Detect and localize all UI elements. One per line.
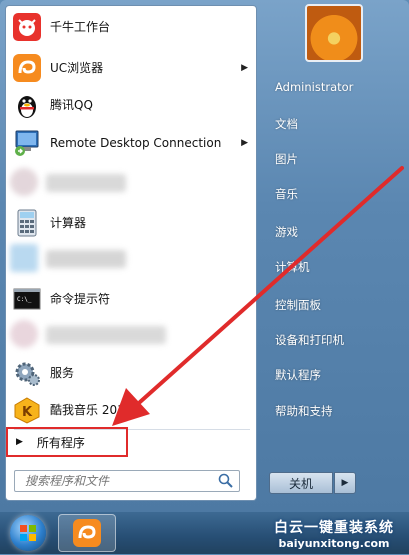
link-default-programs[interactable]: 默认程序 — [275, 367, 321, 383]
program-item-remote-desktop[interactable]: Remote Desktop Connection ▶ — [8, 124, 254, 161]
program-item-qianniu[interactable]: 千牛工作台 — [8, 8, 254, 45]
shutdown-button[interactable]: 关机 — [269, 472, 333, 494]
link-devices-printers[interactable]: 设备和打印机 — [275, 332, 344, 348]
qianniu-icon — [12, 12, 42, 42]
submenu-arrow-icon[interactable]: ▶ — [241, 63, 248, 73]
svg-text:C:\_: C:\_ — [17, 296, 32, 303]
program-label: 服务 — [50, 366, 75, 380]
shutdown-label: 关机 — [288, 476, 313, 491]
blurred-icon — [10, 320, 38, 348]
link-music[interactable]: 音乐 — [275, 186, 298, 202]
user-avatar[interactable] — [305, 4, 363, 62]
remote-desktop-icon — [12, 128, 42, 158]
program-item-uc-browser[interactable]: UC浏览器 ▶ — [8, 49, 254, 86]
search-input[interactable] — [23, 473, 217, 489]
program-label: 酷我音乐 2013 — [50, 403, 133, 417]
link-games[interactable]: 游戏 — [275, 224, 298, 240]
program-label: 腾讯QQ — [50, 98, 93, 112]
taskbar-uc-browser[interactable] — [58, 514, 116, 552]
services-gear-icon — [12, 358, 42, 388]
link-help-support[interactable]: 帮助和支持 — [275, 403, 333, 419]
program-label: 千牛工作台 — [50, 20, 111, 34]
watermark: 白云一键重装系统 baiyunxitong.com — [262, 512, 406, 554]
program-item-kuwo-music[interactable]: K 酷我音乐 2013 — [8, 391, 254, 428]
expand-arrow-icon: ▶ — [16, 437, 23, 447]
chevron-right-icon: ▶ — [341, 478, 349, 488]
windows-logo-icon — [20, 525, 36, 541]
blurred-program-item — [46, 174, 126, 192]
program-label: UC浏览器 — [50, 61, 104, 75]
link-pictures[interactable]: 图片 — [275, 151, 298, 167]
start-button[interactable] — [10, 515, 46, 551]
program-item-services[interactable]: 服务 — [8, 354, 254, 391]
program-item-command-prompt[interactable]: C:\_ 命令提示符 — [8, 280, 254, 317]
start-menu: 千牛工作台 UC浏览器 ▶ 腾讯QQ Remote Desktop Connec… — [0, 0, 409, 512]
uc-browser-icon — [12, 53, 42, 83]
link-control-panel[interactable]: 控制面板 — [275, 297, 321, 313]
qq-penguin-icon — [12, 90, 42, 120]
svg-text:K: K — [22, 405, 33, 420]
shutdown-options-button[interactable]: ▶ — [334, 472, 356, 494]
search-field[interactable] — [14, 470, 240, 492]
uc-browser-icon — [73, 519, 101, 547]
all-programs-label: 所有程序 — [36, 435, 85, 450]
submenu-arrow-icon[interactable]: ▶ — [241, 138, 248, 148]
calculator-icon — [12, 208, 42, 238]
blurred-icon — [10, 168, 38, 196]
command-prompt-icon: C:\_ — [12, 284, 42, 314]
watermark-url: baiyunxitong.com — [278, 536, 390, 550]
program-label: Remote Desktop Connection — [50, 135, 222, 150]
kuwo-music-icon: K — [12, 395, 42, 425]
blurred-icon — [10, 244, 38, 272]
link-administrator[interactable]: Administrator — [275, 80, 353, 94]
program-label: 命令提示符 — [50, 292, 111, 306]
watermark-title: 白云一键重装系统 — [274, 519, 394, 536]
right-panel — [258, 0, 409, 512]
search-icon[interactable] — [217, 472, 235, 490]
link-documents[interactable]: 文档 — [275, 116, 298, 132]
program-item-calculator[interactable]: 计算器 — [8, 204, 254, 241]
program-label: 计算器 — [50, 216, 87, 230]
program-item-qq[interactable]: 腾讯QQ — [8, 86, 254, 123]
blurred-program-item — [46, 326, 166, 344]
link-computer[interactable]: 计算机 — [275, 259, 310, 275]
blurred-program-item — [46, 250, 126, 268]
all-programs-button[interactable]: ▶ 所有程序 — [6, 427, 128, 457]
